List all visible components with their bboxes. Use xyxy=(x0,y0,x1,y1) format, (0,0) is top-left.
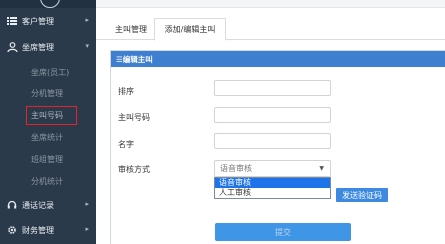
send-code-button[interactable]: 发送验证码 xyxy=(336,188,388,202)
name-input[interactable] xyxy=(214,133,331,149)
sidebar: 客户管理 ▸ 坐席管理 ▾ 坐席(员工) 分机管理 主叫号码 坐席统计 班组管理… xyxy=(0,0,96,244)
avatar[interactable] xyxy=(40,0,60,8)
sidebar-subitem-label: 坐席(员工) xyxy=(31,68,70,77)
chevron-right-icon: ▸ xyxy=(85,225,89,233)
review-method-value: 语音审核 xyxy=(220,164,252,173)
sidebar-item-label: 财务管理 xyxy=(22,225,54,235)
highlight-box xyxy=(26,106,77,125)
sidebar-subitem-agent-stats[interactable]: 坐席统计 xyxy=(0,127,96,148)
name-label: 名字 xyxy=(118,140,134,149)
sidebar-item-agent[interactable]: 坐席管理 ▾ xyxy=(0,35,96,59)
chevron-down-icon: ▼ xyxy=(319,165,324,172)
review-option-voice[interactable]: 语音审核 xyxy=(215,178,330,188)
review-option-manual[interactable]: 人工审核 xyxy=(215,188,330,198)
sidebar-item-finance[interactable]: 财务管理 ▸ xyxy=(0,218,96,242)
list-icon xyxy=(6,15,18,27)
caller-number-label: 主叫号码 xyxy=(118,113,150,122)
sidebar-item-label: 通话记录 xyxy=(22,200,54,210)
sort-input[interactable] xyxy=(214,80,331,96)
sidebar-header xyxy=(0,0,96,8)
chevron-right-icon: ▸ xyxy=(85,200,89,208)
caller-number-input[interactable] xyxy=(214,107,331,123)
users-icon xyxy=(6,41,18,53)
sidebar-subitem-caller-number[interactable]: 主叫号码 xyxy=(0,105,96,126)
sidebar-subitem-label: 分机统计 xyxy=(31,177,63,186)
sidebar-item-customer[interactable]: 客户管理 ▸ xyxy=(0,9,96,33)
sidebar-subitem-extension-stats[interactable]: 分机统计 xyxy=(0,171,96,192)
sidebar-subitem-team[interactable]: 班组管理 xyxy=(0,149,96,170)
chevron-right-icon: ▸ xyxy=(85,16,89,24)
sidebar-subitem-label: 班组管理 xyxy=(31,155,63,164)
main-content: 主叫管理 添加/编辑主叫 ☰编辑主叫 排序 主叫号码 名字 审核方式 语音审核 … xyxy=(96,0,445,244)
sidebar-subitem-label: 分机管理 xyxy=(31,89,63,98)
sidebar-item-label: 客户管理 xyxy=(22,16,54,26)
sidebar-subitem-label: 坐席统计 xyxy=(31,133,63,142)
sidebar-item-call-records[interactable]: 通话记录 ▸ xyxy=(0,193,96,217)
review-method-dropdown: 语音审核 人工审核 xyxy=(214,177,331,199)
tab-bar: 主叫管理 添加/编辑主叫 xyxy=(96,18,445,41)
review-method-label: 审核方式 xyxy=(118,165,150,174)
panel-title: ☰编辑主叫 xyxy=(111,51,445,67)
review-method-select[interactable]: 语音审核 ▼ xyxy=(214,160,331,177)
headset-icon xyxy=(6,199,18,211)
sidebar-subitem-agent-staff[interactable]: 坐席(员工) xyxy=(0,62,96,83)
settings-icon xyxy=(6,224,18,236)
sort-label: 排序 xyxy=(118,87,134,96)
tab-caller-management[interactable]: 主叫管理 xyxy=(104,18,158,40)
chevron-down-icon: ▾ xyxy=(85,42,89,50)
tab-add-edit-caller[interactable]: 添加/编辑主叫 xyxy=(154,18,226,41)
sidebar-subitem-extension[interactable]: 分机管理 xyxy=(0,83,96,104)
top-bar xyxy=(96,0,445,8)
sidebar-item-label: 坐席管理 xyxy=(22,42,54,52)
submit-button[interactable]: 提交 xyxy=(215,223,351,241)
